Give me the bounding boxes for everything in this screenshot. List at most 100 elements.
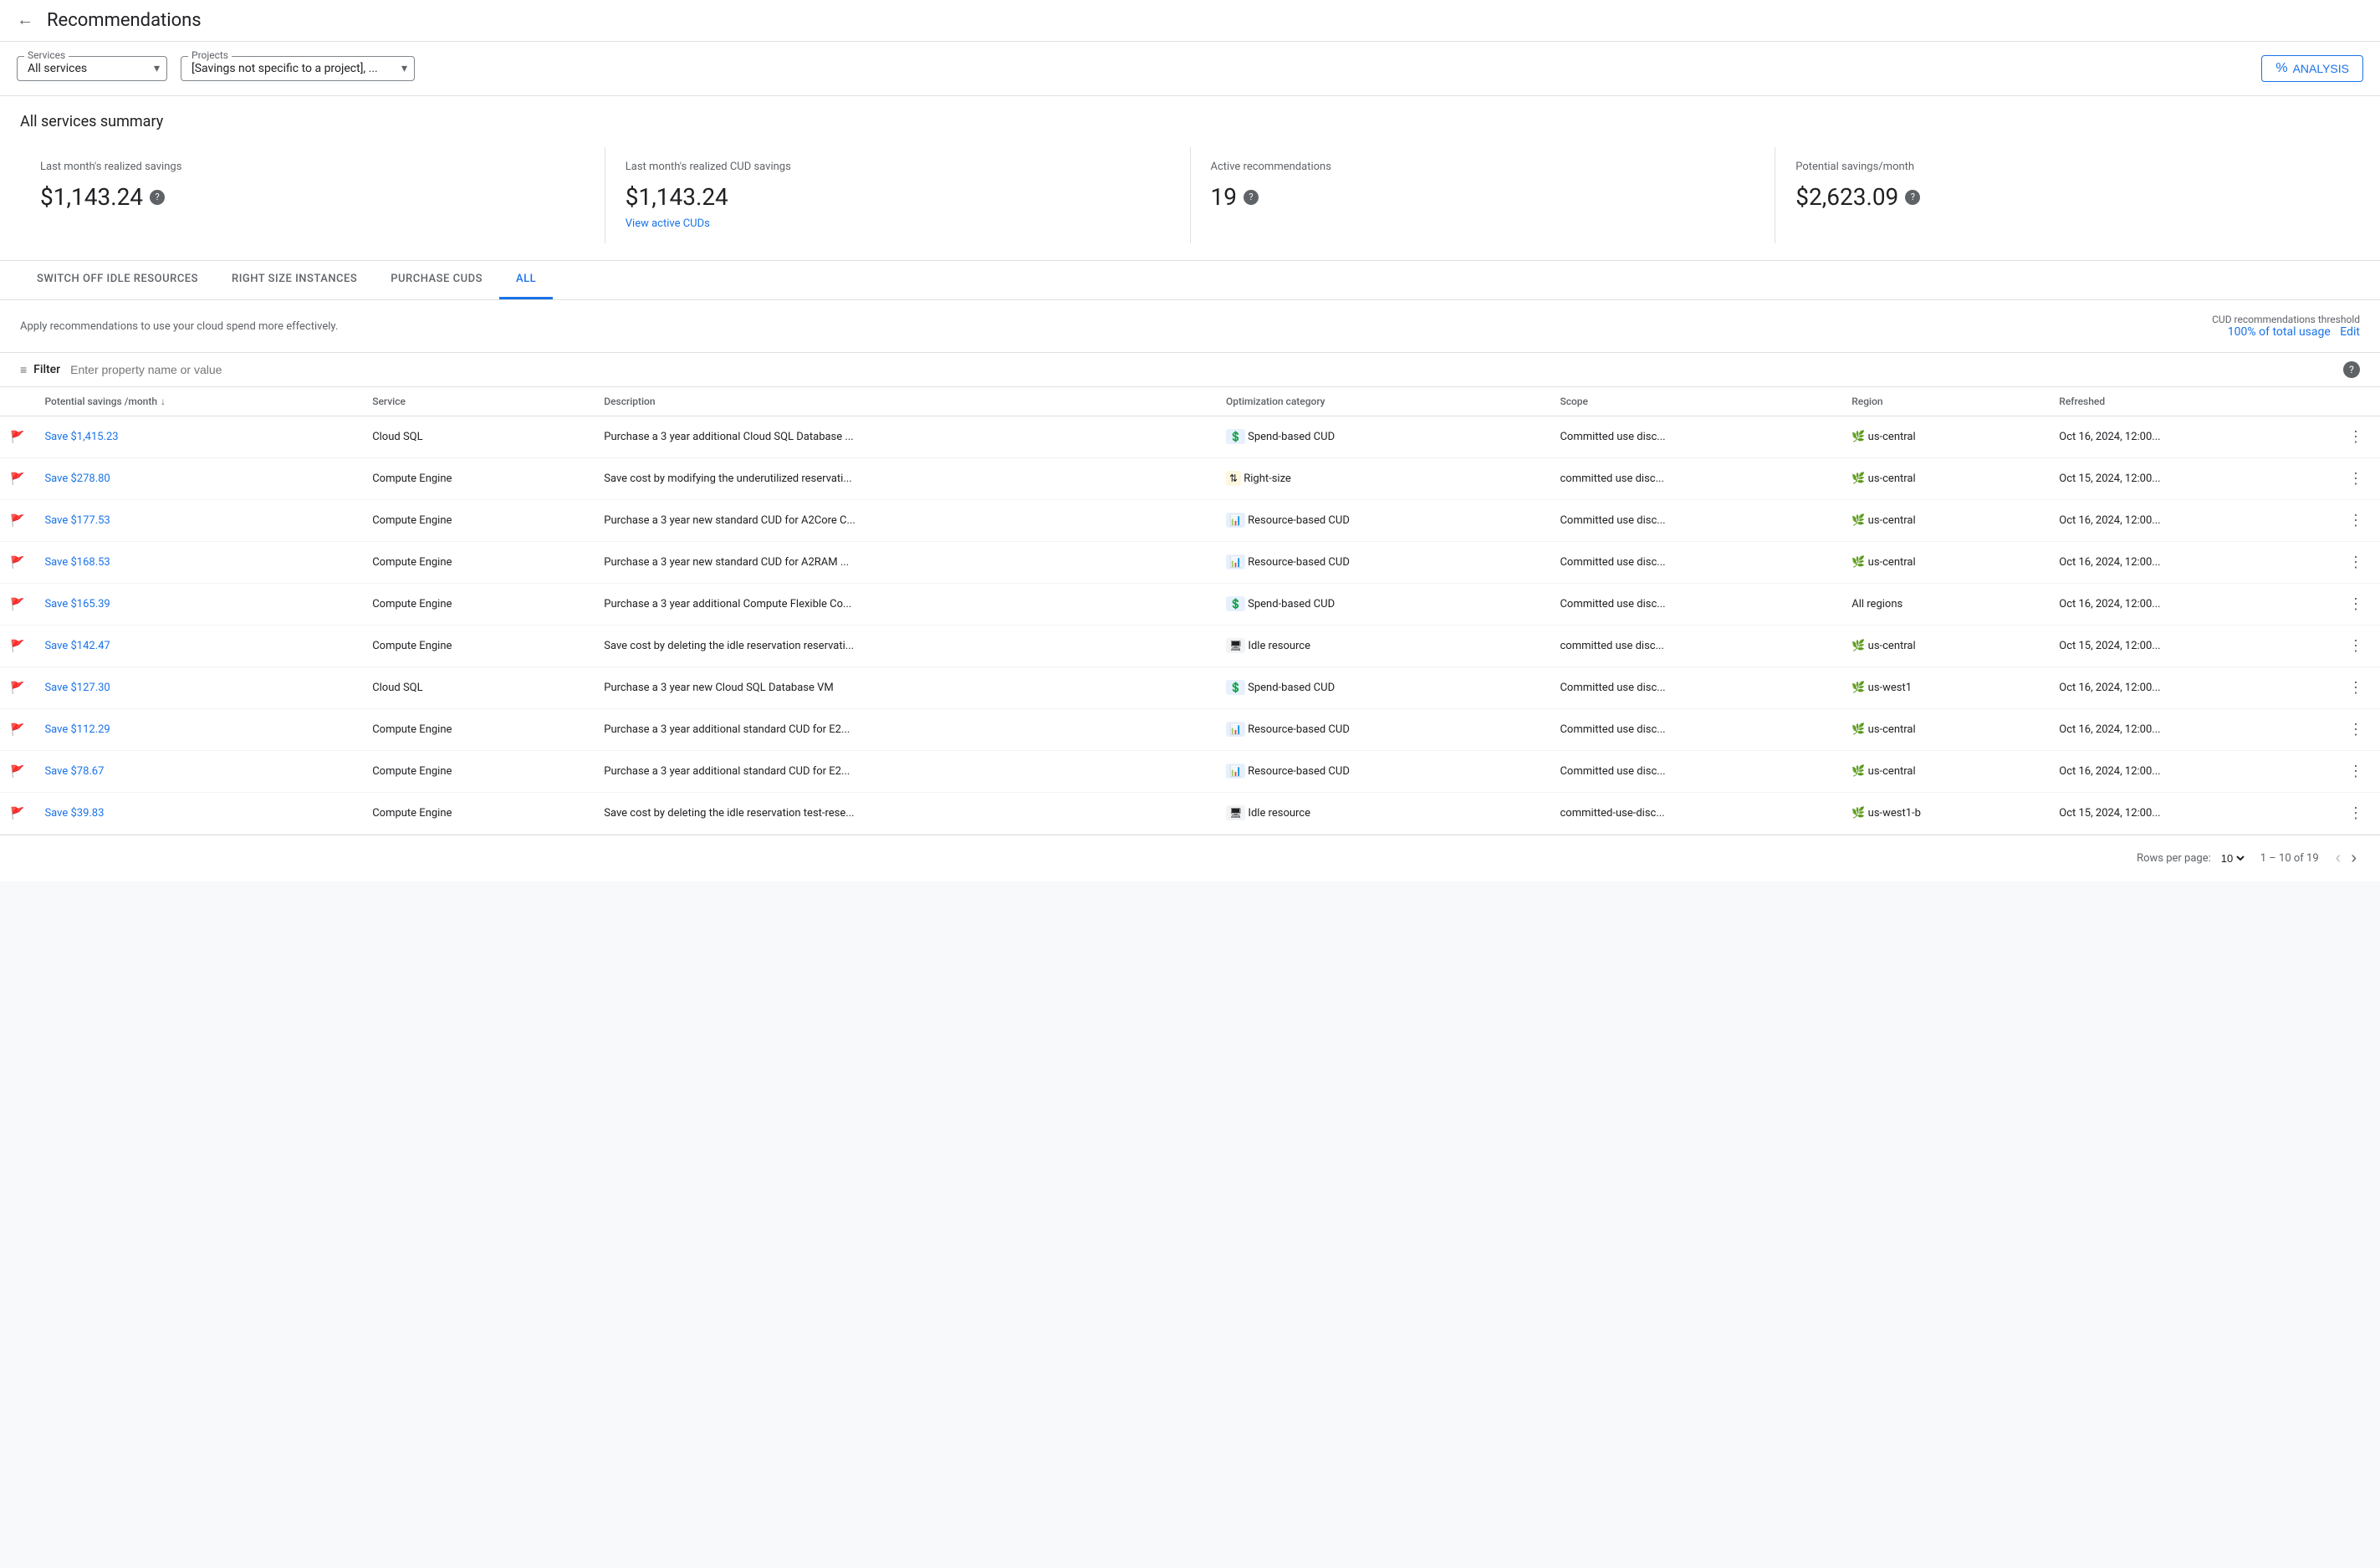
flag-cell: 🚩 <box>0 584 34 626</box>
save-link[interactable]: Save $165.39 <box>44 598 110 610</box>
refreshed-cell: Oct 16, 2024, 12:00... <box>2049 751 2331 793</box>
more-options-button[interactable]: ⋮ <box>2342 592 2370 616</box>
actions-cell: ⋮ <box>2331 500 2380 542</box>
more-options-button[interactable]: ⋮ <box>2342 634 2370 658</box>
optimization-cell: 🖥 Idle resource <box>1216 793 1550 835</box>
save-link[interactable]: Save $168.53 <box>44 556 110 569</box>
save-link[interactable]: Save $127.30 <box>44 682 110 694</box>
service-cell: Cloud SQL <box>362 416 594 458</box>
tab-purchase-cuds[interactable]: PURCHASE CUDS <box>374 261 499 299</box>
scope-cell: Committed use disc... <box>1550 751 1841 793</box>
flag-icon: 🚩 <box>10 765 24 779</box>
savings-cell: Save $127.30 <box>34 667 362 709</box>
analysis-label: ANALYSIS <box>2293 62 2349 75</box>
threshold-value: 100% of total usage Edit <box>2212 325 2360 339</box>
chevron-down-icon: ▾ <box>154 62 160 75</box>
rows-per-page: Rows per page: 10 25 50 <box>2137 851 2247 866</box>
prev-page-button[interactable]: ‹ <box>2332 845 2345 871</box>
summary-card-realized-savings: Last month's realized savings $1,143.24 … <box>20 147 605 243</box>
save-link[interactable]: Save $39.83 <box>44 807 104 820</box>
optimization-cell: 💲 Spend-based CUD <box>1216 416 1550 458</box>
more-options-button[interactable]: ⋮ <box>2342 467 2370 491</box>
more-options-button[interactable]: ⋮ <box>2342 676 2370 700</box>
more-options-button[interactable]: ⋮ <box>2342 550 2370 575</box>
description-cell: Purchase a 3 year additional Compute Fle… <box>594 584 1216 626</box>
optimization-cell: 📊 Resource-based CUD <box>1216 709 1550 751</box>
services-label: Services <box>24 49 69 61</box>
refreshed-cell: Oct 16, 2024, 12:00... <box>2049 500 2331 542</box>
scope-cell: committed use disc... <box>1550 626 1841 667</box>
more-options-button[interactable]: ⋮ <box>2342 718 2370 742</box>
back-button[interactable]: ← <box>17 11 33 30</box>
services-select[interactable]: Services All services ▾ <box>17 56 167 81</box>
savings-cell: Save $112.29 <box>34 709 362 751</box>
filter-help: ? <box>2343 361 2360 378</box>
save-link[interactable]: Save $278.80 <box>44 472 110 485</box>
more-options-button[interactable]: ⋮ <box>2342 759 2370 784</box>
projects-value: [Savings not specific to a project], ... <box>192 62 378 75</box>
content-header: Apply recommendations to use your cloud … <box>0 300 2380 353</box>
info-icon[interactable]: ? <box>1905 190 1920 205</box>
actions-cell: ⋮ <box>2331 793 2380 835</box>
save-link[interactable]: Save $177.53 <box>44 514 110 527</box>
view-active-cuds-link[interactable]: View active CUDs <box>626 217 1170 230</box>
description-cell: Purchase a 3 year new standard CUD for A… <box>594 500 1216 542</box>
table-row: 🚩 Save $177.53 Compute Engine Purchase a… <box>0 500 2380 542</box>
filter-input[interactable] <box>70 363 2343 376</box>
rows-per-page-select[interactable]: 10 25 50 <box>2218 851 2247 866</box>
flag-cell: 🚩 <box>0 542 34 584</box>
content-description: Apply recommendations to use your cloud … <box>20 320 338 333</box>
info-icon[interactable]: ? <box>1244 190 1259 205</box>
save-link[interactable]: Save $78.67 <box>44 765 104 778</box>
save-link[interactable]: Save $142.47 <box>44 640 110 652</box>
projects-label: Projects <box>188 49 232 61</box>
th-scope: Scope <box>1550 387 1841 416</box>
flag-cell: 🚩 <box>0 416 34 458</box>
filter-icon: ≡ <box>20 363 27 377</box>
card-value-cud-savings: $1,143.24 <box>626 183 1170 211</box>
region-cell: 🌿 us-central <box>1841 751 2049 793</box>
flag-cell: 🚩 <box>0 709 34 751</box>
projects-select[interactable]: Projects [Savings not specific to a proj… <box>181 56 415 81</box>
actions-cell: ⋮ <box>2331 458 2380 500</box>
more-options-button[interactable]: ⋮ <box>2342 801 2370 825</box>
threshold-edit-link[interactable]: Edit <box>2340 325 2360 339</box>
flag-cell: 🚩 <box>0 458 34 500</box>
card-label-active-rec: Active recommendations <box>1211 161 1755 173</box>
analysis-button[interactable]: % ANALYSIS <box>2261 55 2363 82</box>
flag-icon: 🚩 <box>10 514 24 528</box>
tab-all[interactable]: ALL <box>499 261 553 299</box>
more-options-button[interactable]: ⋮ <box>2342 508 2370 533</box>
th-actions <box>2331 387 2380 416</box>
chevron-down-icon: ▾ <box>401 62 407 75</box>
description-cell: Save cost by deleting the idle reservati… <box>594 793 1216 835</box>
scope-cell: Committed use disc... <box>1550 500 1841 542</box>
flag-icon: 🚩 <box>10 598 24 611</box>
flag-icon: 🚩 <box>10 640 24 653</box>
page-nav: ‹ › <box>2332 845 2360 871</box>
card-value-active-rec: 19 ? <box>1211 183 1755 211</box>
tab-right-size[interactable]: RIGHT SIZE INSTANCES <box>215 261 374 299</box>
next-page-button[interactable]: › <box>2347 845 2360 871</box>
table-row: 🚩 Save $78.67 Compute Engine Purchase a … <box>0 751 2380 793</box>
analysis-icon: % <box>2275 61 2287 76</box>
description-cell: Save cost by modifying the underutilized… <box>594 458 1216 500</box>
more-options-button[interactable]: ⋮ <box>2342 425 2370 449</box>
filter-label: Filter <box>33 363 60 376</box>
flag-icon: 🚩 <box>10 807 24 820</box>
service-cell: Compute Engine <box>362 584 594 626</box>
tab-switch-off-idle[interactable]: SWITCH OFF IDLE RESOURCES <box>20 261 215 299</box>
save-link[interactable]: Save $1,415.23 <box>44 431 118 443</box>
summary-title: All services summary <box>20 113 2360 130</box>
table-row: 🚩 Save $165.39 Compute Engine Purchase a… <box>0 584 2380 626</box>
help-icon[interactable]: ? <box>2343 361 2360 378</box>
save-link[interactable]: Save $112.29 <box>44 723 110 736</box>
actions-cell: ⋮ <box>2331 542 2380 584</box>
actions-cell: ⋮ <box>2331 667 2380 709</box>
info-icon[interactable]: ? <box>150 190 165 205</box>
card-label-cud-savings: Last month's realized CUD savings <box>626 161 1170 173</box>
pagination: Rows per page: 10 25 50 1 – 10 of 19 ‹ › <box>0 835 2380 881</box>
page-info: 1 – 10 of 19 <box>2260 852 2319 865</box>
summary-card-potential-savings: Potential savings/month $2,623.09 ? <box>1775 147 2360 243</box>
th-savings[interactable]: Potential savings /month ↓ <box>34 387 362 416</box>
